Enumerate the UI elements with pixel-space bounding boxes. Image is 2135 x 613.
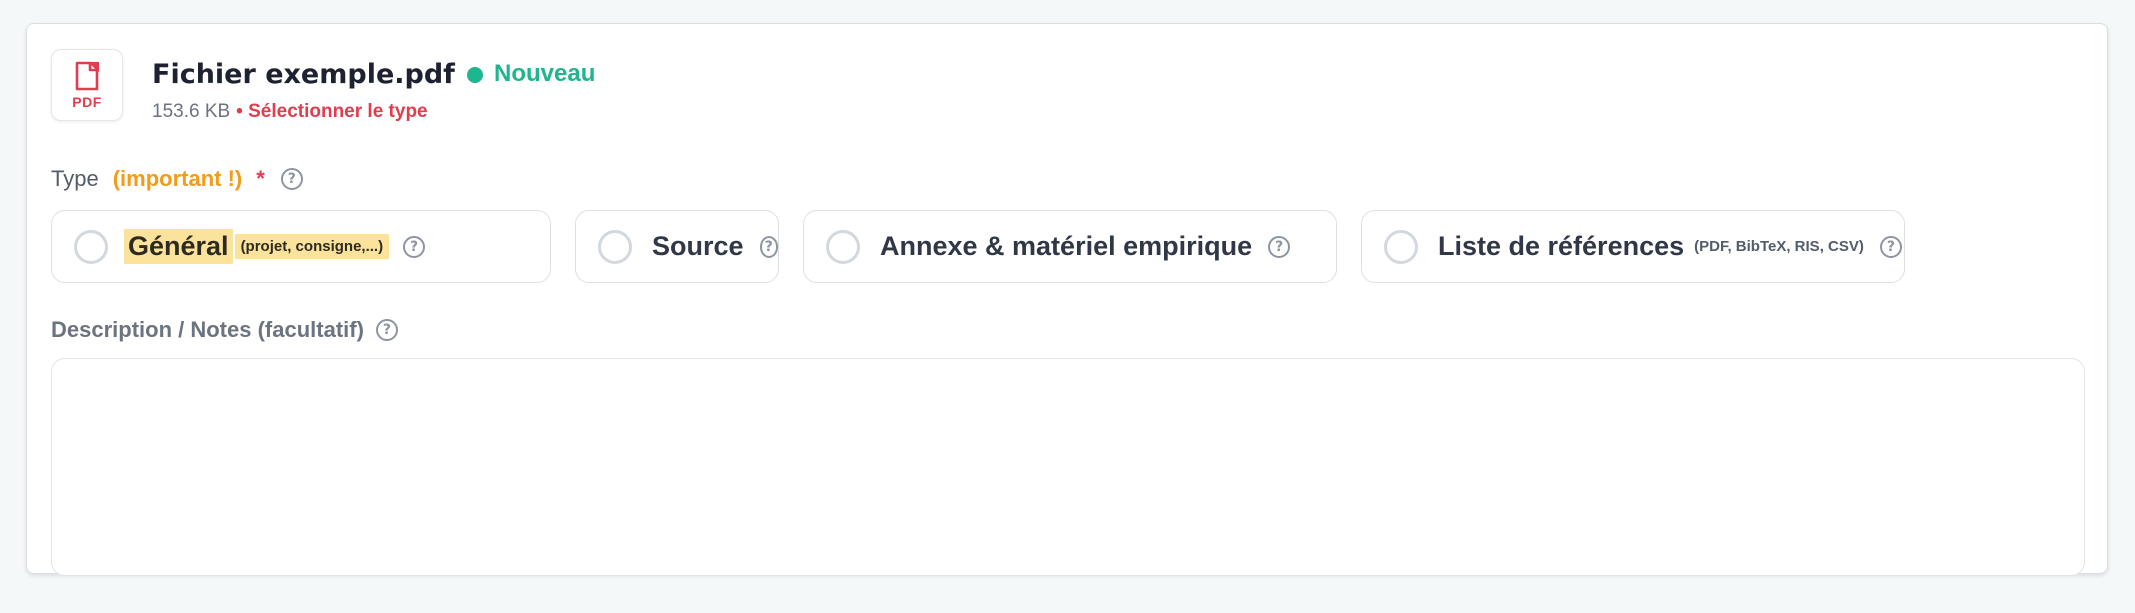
file-type-label: PDF: [72, 94, 102, 110]
general-help-icon[interactable]: ?: [403, 235, 426, 258]
select-type-warning: Sélectionner le type: [248, 101, 428, 122]
annexe-help-icon[interactable]: ?: [1268, 235, 1291, 258]
type-field-label: Type (important !) * ?: [51, 166, 303, 192]
option-references-hint: (PDF, BibTeX, RIS, CSV): [1694, 238, 1864, 255]
file-name: Fichier exemple.pdf: [152, 59, 455, 90]
file-size: 153.6 KB: [152, 101, 231, 122]
radio-references[interactable]: [1384, 229, 1418, 264]
file-meta: 153.6 KB • Sélectionner le type: [152, 101, 428, 123]
description-help-icon[interactable]: ?: [375, 319, 398, 341]
radio-annexe[interactable]: [826, 229, 860, 264]
option-references-title: Liste de références: [1438, 231, 1685, 261]
description-field-label: Description / Notes (facultatif) ?: [51, 317, 398, 343]
description-textarea[interactable]: [51, 358, 2085, 576]
option-general-hint: (projet, consigne,...): [234, 234, 390, 259]
references-help-icon[interactable]: ?: [1879, 235, 1902, 258]
required-mark: *: [256, 166, 265, 191]
type-option-annexe[interactable]: Annexe & matériel empirique ?: [803, 210, 1337, 283]
type-option-source[interactable]: Source ?: [575, 210, 779, 283]
option-source-title: Source: [652, 231, 744, 261]
type-help-icon[interactable]: ?: [280, 168, 303, 190]
status-badge: Nouveau: [494, 60, 596, 87]
option-general-title: Général: [124, 229, 233, 264]
type-label: Type: [51, 166, 99, 191]
important-note: (important !): [112, 166, 243, 191]
document-icon: [75, 61, 99, 91]
radio-general[interactable]: [74, 229, 108, 264]
description-label: Description / Notes (facultatif): [51, 317, 364, 342]
radio-source[interactable]: [598, 229, 632, 264]
pdf-file-icon: PDF: [51, 49, 123, 121]
option-annexe-title: Annexe & matériel empirique: [880, 231, 1253, 261]
file-card: PDF Fichier exemple.pdf Nouveau 153.6 KB…: [26, 23, 2108, 576]
type-option-general[interactable]: Général (projet, consigne,...) ?: [51, 210, 551, 283]
status-dot-icon: [467, 67, 483, 83]
type-option-references[interactable]: Liste de références (PDF, BibTeX, RIS, C…: [1361, 210, 1905, 283]
source-help-icon[interactable]: ?: [759, 235, 778, 258]
meta-separator: •: [236, 101, 243, 122]
